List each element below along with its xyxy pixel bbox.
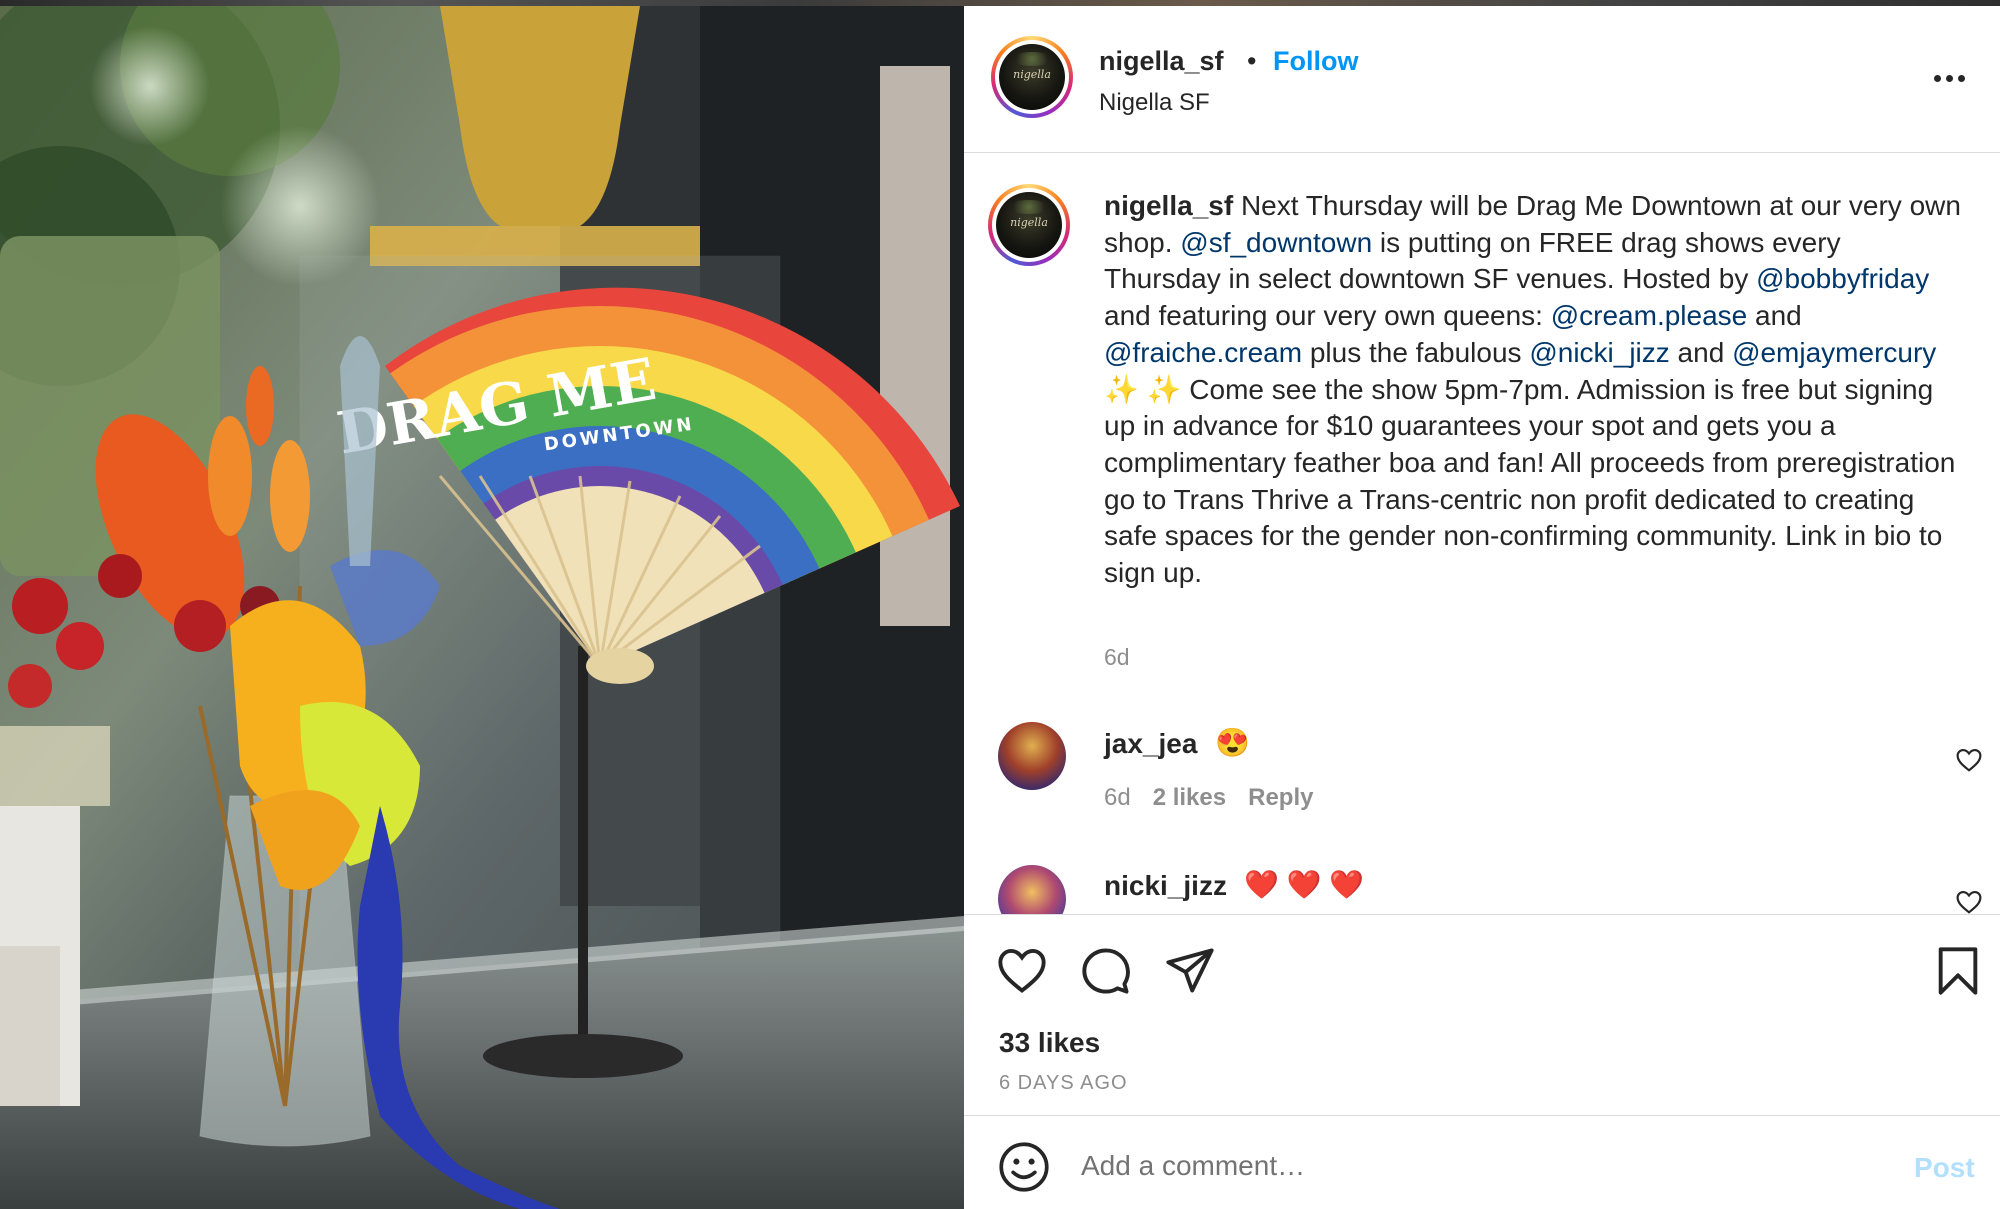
author-avatar[interactable]: nigella bbox=[991, 36, 1073, 118]
comment-likes[interactable]: 2 likes bbox=[1153, 784, 1226, 811]
photo-scene: DRAG ME DOWNTOWN bbox=[0, 6, 964, 1209]
add-comment-bar: Post bbox=[964, 1115, 2000, 1209]
comment-input[interactable] bbox=[1081, 1142, 1861, 1190]
caption-avatar[interactable]: nigella bbox=[988, 184, 1070, 266]
reply-button[interactable]: Reply bbox=[1248, 784, 1313, 811]
comment-text: 😍 bbox=[1215, 727, 1250, 758]
mention-link[interactable]: @nicki_jizz bbox=[1529, 337, 1669, 368]
caption-segment: and bbox=[1747, 300, 1802, 332]
like-comment-heart-icon[interactable] bbox=[1956, 748, 1982, 772]
mention-link[interactable]: @sf_downtown bbox=[1180, 227, 1372, 258]
caption-body: Next Thursday will be Drag Me Downtown a… bbox=[1104, 190, 1961, 588]
caption-timestamp[interactable]: 6d bbox=[1104, 644, 1130, 671]
like-heart-icon[interactable] bbox=[996, 945, 1048, 997]
post-photo[interactable]: DRAG ME DOWNTOWN bbox=[0, 6, 964, 1209]
comment-meta: 6d 2 likes Reply bbox=[1104, 784, 1335, 812]
more-options-icon[interactable] bbox=[1934, 66, 1974, 90]
comment-text: ❤️ ❤️ ❤️ bbox=[1244, 869, 1365, 900]
caption-username[interactable]: nigella_sf bbox=[1104, 190, 1233, 221]
like-comment-heart-icon[interactable] bbox=[1956, 890, 1982, 914]
emoji-smiley-icon[interactable] bbox=[998, 1141, 1050, 1193]
share-send-icon[interactable] bbox=[1164, 945, 1216, 997]
comment-bubble-icon[interactable] bbox=[1080, 945, 1132, 997]
post-panel: nigella nigella_sf • Follow Nigella SF n… bbox=[964, 6, 2000, 1209]
caption-segment: and bbox=[1669, 336, 1733, 368]
comment-timestamp[interactable]: 6d bbox=[1104, 784, 1131, 811]
author-display-name: Nigella SF bbox=[1099, 89, 1210, 116]
post-comment-button[interactable]: Post bbox=[1914, 1152, 1975, 1184]
save-bookmark-icon[interactable] bbox=[1932, 945, 1984, 997]
caption-text: nigella_sf Next Thursday will be Drag Me… bbox=[1104, 188, 1964, 592]
commenter-avatar[interactable] bbox=[998, 865, 1066, 914]
mention-link[interactable]: @emjaymercury bbox=[1732, 337, 1936, 368]
mention-link[interactable]: @bobbyfriday bbox=[1756, 263, 1929, 294]
avatar-logo-text: nigella bbox=[1013, 68, 1051, 81]
caption-segment: plus the fabulous bbox=[1302, 336, 1530, 368]
likes-count[interactable]: 33 likes bbox=[999, 1027, 1100, 1059]
caption-segment: ✨ ✨ Come see the show 5pm-7pm. Admission… bbox=[1104, 373, 1956, 589]
post-actions: 33 likes 6 DAYS AGO bbox=[964, 914, 2000, 1134]
caption-avatar-logo-text: nigella bbox=[1010, 216, 1048, 229]
comments-section[interactable]: nigella nigella_sf Next Thursday will be… bbox=[964, 154, 2000, 914]
author-username[interactable]: nigella_sf bbox=[1099, 46, 1224, 77]
post-date[interactable]: 6 DAYS AGO bbox=[999, 1072, 1128, 1095]
post-header: nigella nigella_sf • Follow Nigella SF bbox=[964, 6, 2000, 153]
separator-dot: • bbox=[1247, 46, 1257, 76]
follow-button[interactable]: Follow bbox=[1273, 46, 1358, 77]
mention-link[interactable]: @cream.please bbox=[1551, 300, 1748, 331]
comment-username[interactable]: jax_jea bbox=[1104, 728, 1197, 760]
comment-username[interactable]: nicki_jizz bbox=[1104, 870, 1227, 902]
commenter-avatar[interactable] bbox=[998, 722, 1066, 790]
mention-link[interactable]: @fraiche.cream bbox=[1104, 337, 1302, 368]
caption-segment: and featuring our very own queens: bbox=[1104, 300, 1551, 332]
